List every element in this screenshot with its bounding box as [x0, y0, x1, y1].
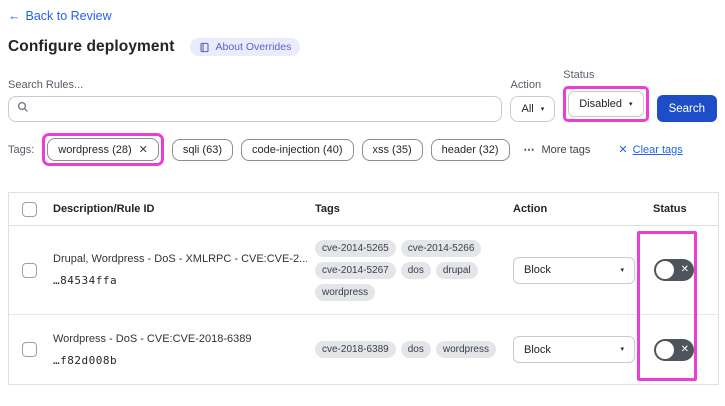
tags-label: Tags:	[8, 143, 35, 156]
rule-tag-pill: wordpress	[435, 341, 496, 358]
tag-chip-xss[interactable]: xss (35)	[361, 138, 423, 161]
back-to-review-link[interactable]: ← Back to Review	[8, 9, 112, 23]
status-toggle[interactable]: ✕	[654, 259, 694, 281]
page-title: Configure deployment	[8, 38, 175, 55]
rule-tag-pill: cve-2014-5266	[400, 239, 482, 257]
chevron-down-icon: ▾	[629, 100, 633, 108]
rule-tag-pill: drupal	[435, 261, 478, 279]
rule-id: …f82d008b	[53, 353, 118, 367]
column-header-action: Action	[513, 203, 548, 215]
tag-chip-wordpress[interactable]: wordpress (28) ✕	[47, 138, 159, 161]
more-tags-label: More tags	[541, 143, 591, 156]
selected-tag-highlight: wordpress (28) ✕	[42, 133, 164, 166]
search-rules-input[interactable]	[36, 103, 494, 115]
status-filter-dropdown[interactable]: Disabled ▾	[568, 91, 644, 117]
search-rules-box[interactable]	[8, 96, 503, 122]
rule-tag-pill: dos	[400, 261, 431, 279]
status-toggle[interactable]: ✕	[654, 338, 694, 361]
back-link-label: Back to Review	[25, 9, 112, 23]
about-overrides-label: About Overrides	[215, 41, 292, 53]
tag-chip-label: wordpress (28)	[58, 143, 132, 156]
more-tags-button[interactable]: ⋯ More tags	[523, 143, 591, 157]
book-icon	[199, 42, 210, 53]
action-dropdown[interactable]: Block ▾	[513, 336, 635, 363]
rule-tag-pill: dos	[400, 341, 431, 358]
rule-tag-pill: wordpress	[315, 283, 376, 301]
action-filter-dropdown[interactable]: All ▾	[510, 96, 556, 122]
select-all-checkbox[interactable]	[22, 201, 37, 217]
row-checkbox[interactable]	[22, 262, 37, 278]
action-filter-value: All	[521, 103, 534, 115]
tag-chip-header[interactable]: header (32)	[430, 138, 510, 161]
table-row: Wordpress - DoS - CVE:CVE-2018-6389 …f82…	[9, 315, 718, 384]
rules-table: Description/Rule ID Tags Action Status D…	[8, 192, 719, 385]
status-filter-highlight: Disabled ▾	[563, 86, 649, 122]
column-header-tags: Tags	[315, 203, 340, 215]
tag-chip-code-injection[interactable]: code-injection (40)	[241, 138, 354, 161]
search-rules-label: Search Rules...	[8, 79, 84, 91]
rule-tag-pill: cve-2018-6389	[315, 341, 396, 358]
table-row: Drupal, Wordpress - DoS - XMLRPC - CVE:C…	[9, 226, 718, 315]
action-filter-group: Action All ▾	[510, 79, 556, 122]
search-button[interactable]: Search	[656, 95, 717, 122]
toggle-off-icon: ✕	[680, 264, 689, 275]
column-header-status: Status	[653, 203, 687, 215]
clear-tags-label: Clear tags	[632, 143, 683, 156]
close-icon: ✕	[618, 144, 628, 156]
clear-tags-link[interactable]: ✕ Clear tags	[618, 143, 683, 157]
action-dropdown[interactable]: Block ▾	[513, 256, 635, 284]
rule-tag-pill: cve-2014-5265	[315, 239, 396, 257]
chevron-down-icon: ▾	[620, 266, 624, 274]
table-header-row: Description/Rule ID Tags Action Status	[9, 193, 718, 226]
toggle-knob	[656, 340, 674, 359]
status-filter-group: Status Disabled ▾	[563, 69, 649, 122]
rule-description: Drupal, Wordpress - DoS - XMLRPC - CVE:C…	[53, 253, 307, 265]
rule-tag-pill: cve-2014-5267	[315, 261, 396, 279]
chevron-down-icon: ▾	[620, 346, 624, 353]
remove-tag-icon[interactable]: ✕	[139, 143, 148, 156]
tag-chip-sqli[interactable]: sqli (63)	[171, 138, 233, 161]
action-value: Block	[524, 264, 551, 276]
ellipsis-icon: ⋯	[523, 144, 536, 156]
action-filter-label: Action	[510, 79, 542, 91]
search-icon	[17, 100, 29, 118]
page-header: ← Back to Review Configure deployment Ab…	[0, 0, 725, 56]
toggle-knob	[656, 261, 674, 279]
rule-id: …84534ffa	[53, 274, 118, 287]
about-overrides-badge[interactable]: About Overrides	[190, 38, 301, 56]
status-filter-label: Status	[563, 69, 595, 81]
row-checkbox[interactable]	[22, 342, 37, 357]
status-filter-value: Disabled	[579, 98, 623, 110]
configure-deployment-page: ← Back to Review Configure deployment Ab…	[0, 0, 725, 406]
filter-bar: Search Rules... Action All ▾ Status Disa…	[0, 69, 725, 122]
tags-bar: Tags: wordpress (28) ✕ sqli (63) code-in…	[0, 133, 725, 166]
rule-tags: cve-2018-6389 dos wordpress	[315, 341, 515, 358]
toggle-off-icon: ✕	[680, 343, 689, 355]
action-value: Block	[524, 343, 551, 356]
rule-description: Wordpress - DoS - CVE:CVE-2018-6389	[53, 332, 252, 345]
back-arrow-icon: ←	[8, 9, 21, 23]
chevron-down-icon: ▾	[540, 105, 545, 113]
rule-tags: cve-2014-5265 cve-2014-5266 cve-2014-526…	[315, 239, 515, 301]
column-header-description: Description/Rule ID	[53, 203, 155, 215]
